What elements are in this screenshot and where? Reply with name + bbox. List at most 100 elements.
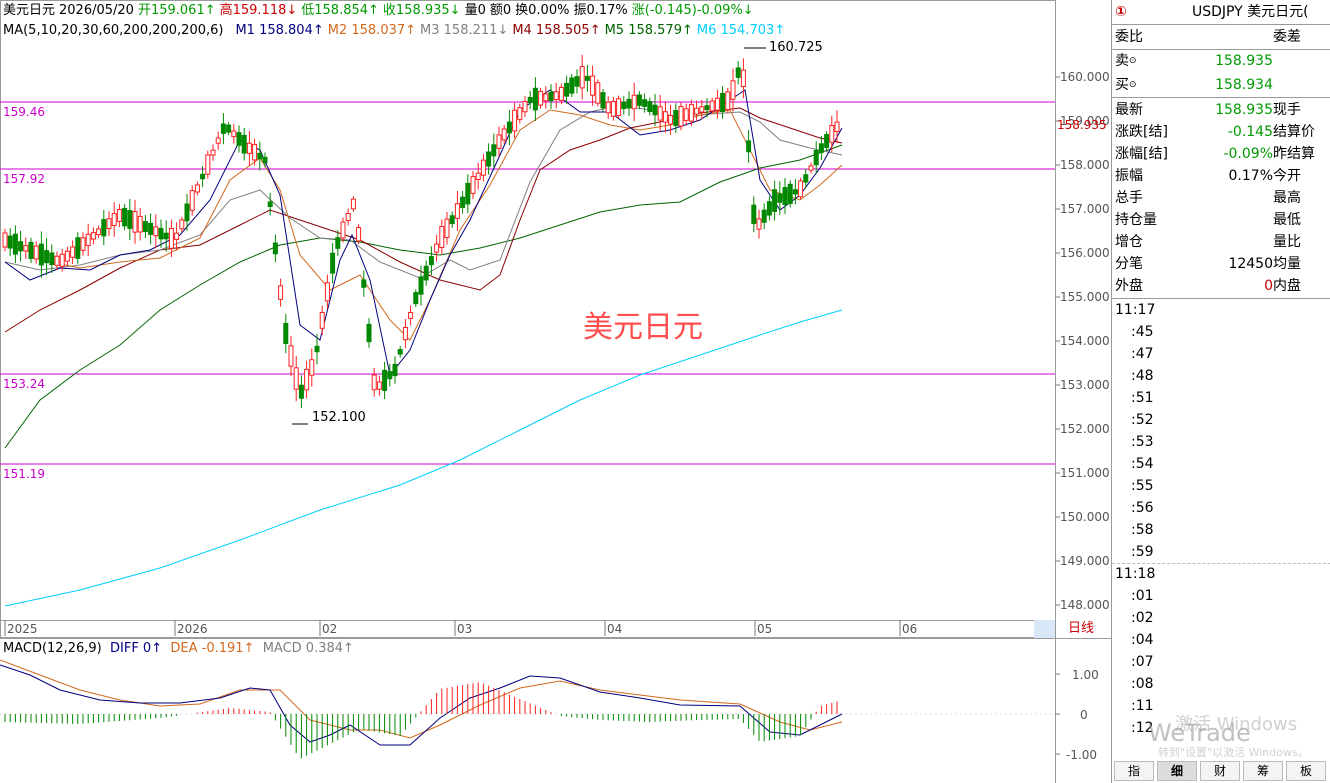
- weibi-label: 委比: [1115, 29, 1143, 45]
- candle-body: [558, 86, 564, 101]
- candle-body: [777, 193, 783, 203]
- candle-body: [189, 190, 195, 211]
- tick-time: :01: [1131, 588, 1154, 604]
- candle-body: [480, 159, 486, 176]
- candle-body: [714, 97, 720, 111]
- candle-body: [730, 80, 736, 100]
- close-value: 收158.935↓: [382, 3, 461, 18]
- tick-time: :48: [1131, 368, 1154, 384]
- price-axis-label: 152.000: [1060, 422, 1110, 436]
- candle-body: [257, 152, 263, 160]
- ma-m6: M6 154.703↑: [696, 23, 786, 38]
- candle-body: [70, 246, 76, 258]
- candle-body: [111, 213, 117, 226]
- time-axis-label: 02: [322, 622, 338, 636]
- quote-panel: ① USDJPY 美元日元( 委比 委差 卖 ⊙ 158.935 买 ⊙ 158…: [1111, 0, 1330, 783]
- tick-time: :53: [1131, 434, 1154, 450]
- candle-body: [735, 67, 741, 78]
- tab-chips[interactable]: 筹: [1243, 761, 1283, 781]
- amount-value: 额0: [489, 3, 512, 18]
- candle-body: [694, 107, 700, 115]
- tick-time: :58: [1131, 522, 1154, 538]
- macd-histogram: [4, 682, 838, 759]
- candle-body: [33, 245, 39, 260]
- candle-body: [782, 186, 788, 206]
- candle-body: [444, 218, 450, 239]
- candle-body: [725, 91, 731, 111]
- ma-params: MA(5,10,20,30,60,200,200,200,6): [3, 23, 224, 38]
- instrument-name: 美元日元: [3, 3, 56, 18]
- price-axis-label: 155.000: [1060, 290, 1110, 304]
- candle-body: [2, 232, 8, 248]
- candle-body: [371, 374, 377, 391]
- stat-label-2: 量比: [1273, 234, 1301, 250]
- candle-body: [813, 150, 819, 166]
- bar-date: 2026/05/20: [59, 3, 134, 18]
- candle-body: [85, 233, 91, 247]
- scroll-thumb[interactable]: [1034, 620, 1055, 638]
- price-axis-label: 149.000: [1060, 554, 1110, 568]
- candle-body: [553, 91, 559, 101]
- price-axis-label: 160.000: [1060, 70, 1110, 84]
- candle-body: [616, 98, 622, 116]
- candle-body: [506, 121, 512, 134]
- panel-badge[interactable]: ①: [1115, 1, 1127, 23]
- stat-value: -0.145: [1227, 124, 1273, 140]
- price-axis-label: 148.000: [1060, 598, 1110, 612]
- stat-label: 持仓量: [1115, 212, 1157, 228]
- candle-body: [23, 245, 29, 252]
- candle-body: [397, 349, 403, 355]
- low-value: 低158.854↑: [301, 3, 379, 18]
- stat-value: 0: [1264, 278, 1273, 294]
- ma-m3: M3 158.211↓: [420, 23, 509, 38]
- candle-body: [376, 381, 382, 390]
- candle-body: [496, 134, 502, 149]
- candle-body: [803, 174, 809, 183]
- candle-body: [538, 90, 544, 106]
- candle-body: [678, 106, 684, 127]
- stat-row: 持仓量 最低: [1112, 209, 1330, 231]
- tab-finance[interactable]: 财: [1200, 761, 1240, 781]
- candle-body: [226, 124, 232, 133]
- candle-body: [75, 237, 81, 259]
- buy-row: 买 ⊙ 158.934: [1112, 74, 1330, 96]
- candle-body: [293, 367, 299, 390]
- candle-body: [402, 326, 408, 341]
- candle-body: [631, 94, 637, 110]
- candle-body: [215, 137, 221, 144]
- tab-index[interactable]: 指: [1114, 761, 1154, 781]
- candle-body: [460, 196, 466, 209]
- turnover-value: 换0.00%: [515, 3, 570, 18]
- candle-body: [12, 233, 18, 255]
- price-axis-label: 150.000: [1060, 510, 1110, 524]
- brand-watermark: WeTrade: [1148, 719, 1251, 747]
- stat-row: 增仓 量比: [1112, 231, 1330, 253]
- candle-body: [49, 252, 55, 265]
- candle-body: [80, 237, 86, 251]
- candle-body: [137, 215, 143, 233]
- weibi-row: 委比 委差: [1112, 26, 1330, 48]
- tick-time: :47: [1131, 346, 1154, 362]
- tab-board[interactable]: 板: [1286, 761, 1326, 781]
- period-tab[interactable]: 日线: [1068, 620, 1094, 638]
- tab-detail[interactable]: 细: [1157, 761, 1197, 781]
- candle-body: [434, 243, 440, 253]
- stat-label-2: 现手: [1273, 102, 1301, 118]
- candle-body: [210, 149, 216, 156]
- candle-body: [267, 201, 273, 207]
- candle-body: [772, 189, 778, 212]
- candle-body: [335, 237, 341, 249]
- panel-title: USDJPY 美元日元(: [1192, 4, 1309, 20]
- price-axis-label: 157.000: [1060, 202, 1110, 216]
- ma-m1: M1 158.804↑: [235, 23, 324, 38]
- candle-body: [808, 165, 814, 171]
- candle-body: [54, 255, 60, 266]
- candle-body: [116, 209, 122, 222]
- ma-m5: M5 158.579↑: [604, 23, 693, 38]
- candle-body: [449, 215, 455, 225]
- candle-body: [142, 221, 148, 232]
- sell-row: 卖 ⊙ 158.935: [1112, 50, 1330, 72]
- current-price-tag: 158.935: [1057, 118, 1107, 132]
- stat-value: 158.935: [1215, 102, 1273, 118]
- candle-body: [683, 108, 689, 121]
